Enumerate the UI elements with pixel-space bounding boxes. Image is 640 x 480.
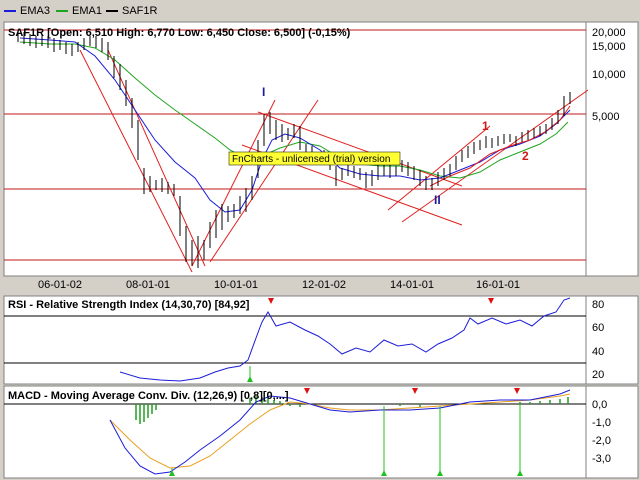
rsi-y-tick: 20 <box>592 369 604 381</box>
rsi-header: RSI - Relative Strength Index (14,30,70)… <box>8 299 250 311</box>
price-y-tick: 10,000 <box>592 69 626 81</box>
macd-y-tick: 0,0 <box>592 399 607 411</box>
wave-label-1: 1 <box>482 119 489 133</box>
price-y-tick: 15,000 <box>592 41 626 53</box>
macd-y-tick: -2,0 <box>592 435 611 447</box>
rsi-y-tick: 40 <box>592 346 604 358</box>
x-tick: 16-01-01 <box>476 279 520 291</box>
x-tick: 14-01-01 <box>390 279 434 291</box>
wave-label-I: I <box>262 85 265 99</box>
x-tick: 12-01-02 <box>302 279 346 291</box>
x-tick: 10-01-01 <box>214 279 258 291</box>
macd-y-tick: -3,0 <box>592 453 611 465</box>
chart-area[interactable]: SAF1R [Open: 6,510 High: 6,770 Low: 6,45… <box>0 0 640 480</box>
rsi-panel[interactable]: RSI - Relative Strength Index (14,30,70)… <box>3 295 639 385</box>
price-header: SAF1R [Open: 6,510 High: 6,770 Low: 6,45… <box>8 27 351 39</box>
price-plot-background <box>3 21 587 277</box>
x-tick: 06-01-02 <box>38 279 82 291</box>
macd-header: MACD - Moving Average Conv. Div. (12,26,… <box>8 390 289 402</box>
price-y-tick: 5,000 <box>592 111 620 123</box>
price-axis-background <box>585 21 639 277</box>
watermark-text: FnCharts - unlicensed (trial) version <box>232 154 390 165</box>
macd-panel[interactable]: MACD - Moving Average Conv. Div. (12,26,… <box>3 385 639 479</box>
macd-y-tick: -1,0 <box>592 417 611 429</box>
wave-label-2: 2 <box>522 149 529 163</box>
price-y-tick: 20,000 <box>592 27 626 39</box>
price-panel[interactable]: SAF1R [Open: 6,510 High: 6,770 Low: 6,45… <box>3 21 639 291</box>
wave-label-II: II <box>434 193 441 207</box>
rsi-y-tick: 60 <box>592 322 604 334</box>
rsi-y-tick: 80 <box>592 299 604 311</box>
x-tick: 08-01-01 <box>126 279 170 291</box>
